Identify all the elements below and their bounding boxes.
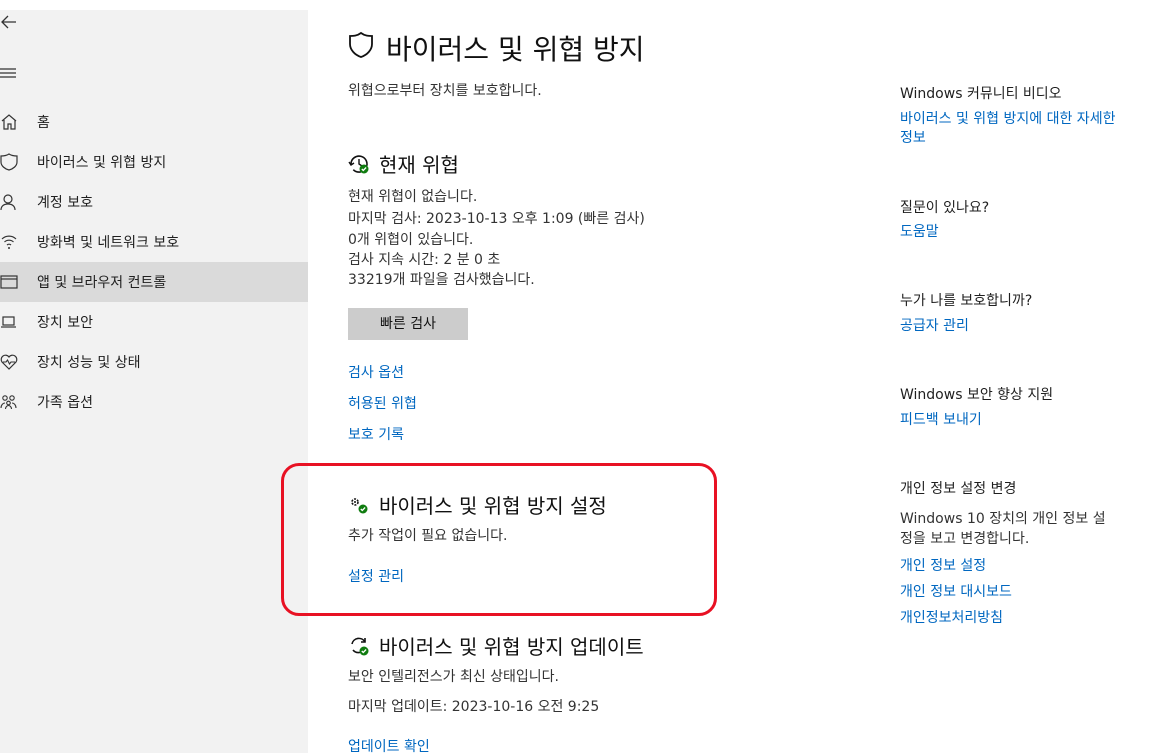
files-scanned-text: 33219개 파일을 검사했습니다. (348, 272, 535, 288)
sidebar-item-label: 앱 및 브라우저 컨트롤 (37, 275, 167, 291)
sidebar-item-device-security[interactable]: 장치 보안 (0, 302, 308, 342)
privacy-statement-link[interactable]: 개인정보처리방침 (900, 609, 1003, 628)
page-title: 바이러스 및 위협 방지 (348, 28, 645, 68)
last-update-text: 마지막 업데이트: 2023-10-16 오전 9:25 (348, 699, 600, 715)
sidebar-item-label: 장치 보안 (37, 315, 93, 331)
hamburger-menu-icon[interactable] (0, 60, 24, 84)
sidebar-item-label: 홈 (37, 115, 50, 131)
threat-status-text: 현재 위협이 없습니다. (348, 189, 478, 205)
help-link[interactable]: 도움말 (900, 223, 939, 242)
sidebar-item-family[interactable]: 가족 옵션 (0, 382, 308, 422)
gear-settings-icon (348, 494, 370, 516)
threat-count-text: 0개 위협이 있습니다. (348, 232, 474, 248)
learn-more-link-line2[interactable]: 정보 (900, 129, 926, 148)
sidebar-item-label: 계정 보호 (37, 195, 93, 211)
sidebar-item-label: 장치 성능 및 상태 (37, 355, 141, 371)
last-scan-text: 마지막 검사: 2023-10-13 오후 1:09 (빠른 검사) (348, 211, 645, 227)
family-icon (0, 382, 24, 422)
learn-more-link-line1[interactable]: 바이러스 및 위협 방지에 대한 자세한 (900, 110, 1115, 129)
sidebar-item-label: 방화벽 및 네트워크 보호 (37, 235, 180, 251)
shield-icon (348, 31, 386, 66)
laptop-icon (0, 302, 24, 342)
privacy-description-line1: Windows 10 장치의 개인 정보 설 (900, 511, 1106, 527)
protector-heading: 누가 나를 보호합니까? (900, 293, 1033, 309)
protection-settings-heading: 바이러스 및 위협 방지 설정 (348, 490, 607, 519)
question-heading: 질문이 있나요? (900, 200, 990, 216)
check-updates-link[interactable]: 업데이트 확인 (348, 736, 430, 753)
shield-icon (0, 142, 24, 182)
community-videos-heading: Windows 커뮤니티 비디오 (900, 86, 1062, 102)
person-icon (0, 182, 24, 222)
update-status-text: 보안 인텔리전스가 최신 상태입니다. (348, 669, 559, 685)
current-threats-heading: 현재 위협 (348, 149, 459, 178)
sidebar-item-label: 바이러스 및 위협 방지 (37, 155, 167, 171)
allowed-threats-link[interactable]: 허용된 위협 (348, 393, 417, 413)
refresh-update-icon (348, 635, 370, 657)
send-feedback-link[interactable]: 피드백 보내기 (900, 411, 982, 430)
sidebar-item-label: 가족 옵션 (37, 395, 93, 411)
app-window-icon (0, 262, 24, 302)
privacy-dashboard-link[interactable]: 개인 정보 대시보드 (900, 583, 1012, 602)
sidebar-item-app-browser[interactable]: 앱 및 브라우저 컨트롤 (0, 262, 308, 302)
wifi-icon (0, 222, 24, 262)
quick-scan-button[interactable]: 빠른 검사 (348, 308, 468, 340)
sidebar-item-account[interactable]: 계정 보호 (0, 182, 308, 222)
privacy-heading: 개인 정보 설정 변경 (900, 481, 1017, 497)
heart-pulse-icon (0, 342, 24, 382)
protection-history-link[interactable]: 보호 기록 (348, 424, 404, 444)
page-subtitle: 위협으로부터 장치를 보호합니다. (348, 83, 542, 99)
privacy-settings-link[interactable]: 개인 정보 설정 (900, 557, 986, 576)
privacy-description-line2: 정을 보고 변경합니다. (900, 531, 1030, 547)
back-arrow-icon[interactable] (0, 10, 24, 34)
manage-providers-link[interactable]: 공급자 관리 (900, 317, 969, 336)
sidebar-item-firewall[interactable]: 방화벽 및 네트워크 보호 (0, 222, 308, 262)
sidebar-item-virus-protection[interactable]: 바이러스 및 위협 방지 (0, 142, 308, 182)
manage-settings-link[interactable]: 설정 관리 (348, 566, 404, 586)
scan-options-link[interactable]: 검사 옵션 (348, 362, 404, 382)
improve-heading: Windows 보안 향상 지원 (900, 387, 1054, 403)
sidebar-item-device-health[interactable]: 장치 성능 및 상태 (0, 342, 308, 382)
sidebar-item-home[interactable]: 홈 (0, 102, 308, 142)
scan-duration-text: 검사 지속 시간: 2 분 0 초 (348, 252, 501, 268)
protection-updates-heading: 바이러스 및 위협 방지 업데이트 (348, 631, 644, 660)
home-icon (0, 102, 24, 142)
settings-status-text: 추가 작업이 필요 없습니다. (348, 528, 508, 544)
scan-history-icon (348, 153, 370, 175)
